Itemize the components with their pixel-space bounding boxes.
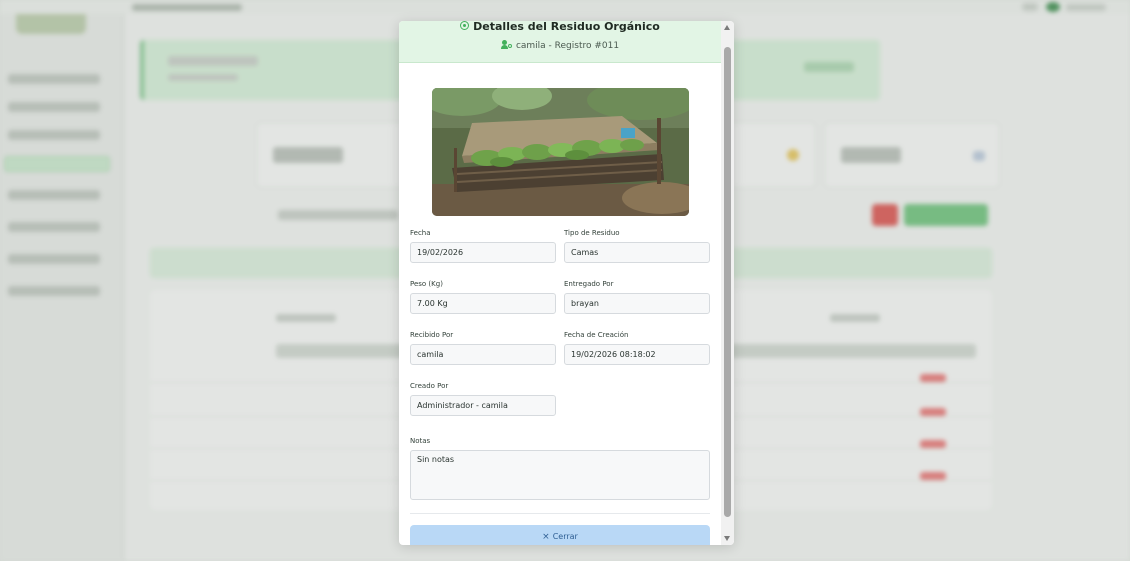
modal-title-row: Detalles del Residuo Orgánico	[399, 21, 721, 36]
scrollbar[interactable]	[721, 21, 734, 545]
scroll-up-arrow-icon[interactable]	[724, 25, 730, 30]
scroll-down-arrow-icon[interactable]	[724, 536, 730, 541]
entregado-por-field: brayan	[564, 293, 710, 314]
eye-icon	[460, 21, 470, 30]
close-button-label: Cerrar	[552, 532, 578, 541]
modal-title: Detalles del Residuo Orgánico	[473, 21, 660, 33]
entregado-por-label: Entregado Por	[564, 280, 614, 288]
fecha-creacion-label: Fecha de Creación	[564, 331, 629, 339]
creado-por-field: Administrador - camila	[410, 395, 556, 416]
modal-subtitle: camila - Registro #011	[515, 41, 620, 51]
recibido-por-field: camila	[410, 344, 556, 365]
close-button[interactable]: × Cerrar	[410, 525, 710, 545]
residue-details-modal: Detalles del Residuo Orgánico camila - R…	[399, 21, 734, 545]
footer-divider	[410, 513, 710, 514]
modal-subtitle-row: camila - Registro #011	[399, 39, 721, 51]
fecha-field: 19/02/2026	[410, 242, 556, 263]
creado-por-label: Creado Por	[410, 382, 449, 390]
modal-header: Detalles del Residuo Orgánico camila - R…	[399, 21, 721, 63]
peso-field: 7.00 Kg	[410, 293, 556, 314]
scrollbar-thumb[interactable]	[724, 47, 731, 517]
notas-label: Notas	[410, 437, 431, 445]
residue-photo	[432, 88, 689, 216]
peso-label: Peso (Kg)	[410, 280, 443, 288]
fecha-creacion-field: 19/02/2026 08:18:02	[564, 344, 710, 365]
tipo-residuo-label: Tipo de Residuo	[564, 229, 620, 237]
notas-field: Sin notas	[410, 450, 710, 500]
close-icon: ×	[542, 532, 550, 542]
recibido-por-label: Recibido Por	[410, 331, 454, 339]
fecha-label: Fecha	[410, 229, 431, 237]
user-icon	[500, 40, 513, 49]
tipo-residuo-field: Camas	[564, 242, 710, 263]
